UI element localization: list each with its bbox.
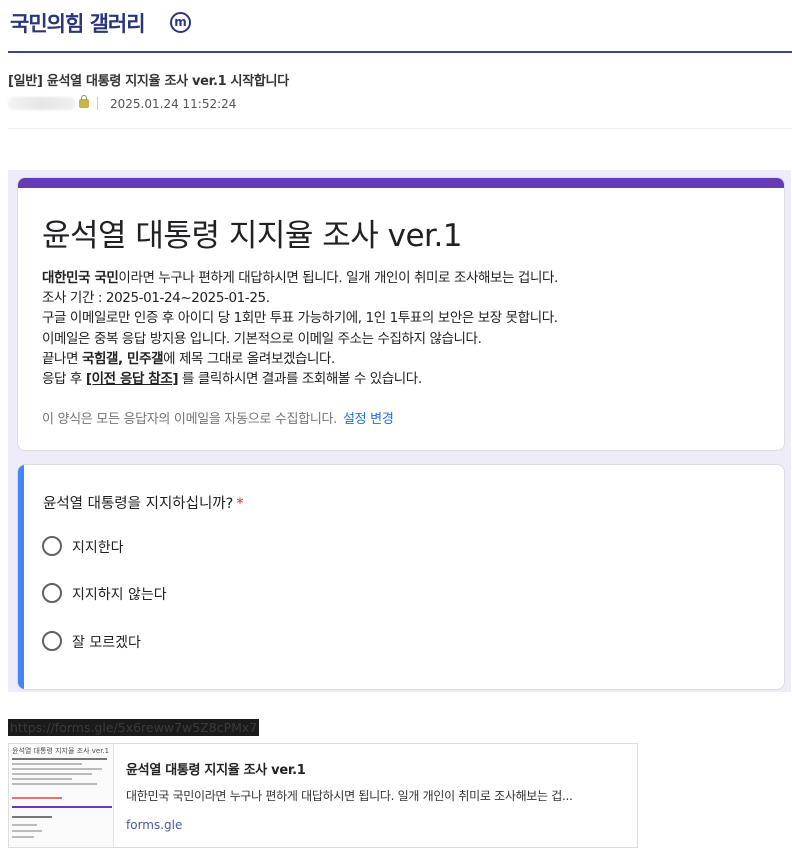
post-meta: 2025.01.24 11:52:24 (8, 95, 268, 112)
form-accent-bar (18, 178, 784, 188)
option-label: 지지하지 않는다 (72, 587, 167, 603)
meta-divider (97, 97, 98, 110)
preview-description: 대한민국 국민이라면 누구나 편하게 대답하시면 됩니다. 일개 개인이 취미로… (126, 789, 573, 803)
author-name-blurred[interactable] (8, 97, 76, 110)
radio-button[interactable] (42, 583, 62, 603)
question-title: 윤석열 대통령을 지지하십니까? * (43, 492, 244, 513)
thumb-line (12, 830, 42, 832)
thumb-line (12, 816, 52, 818)
desc-bold: 민주갤 (127, 350, 164, 367)
thumb-line (12, 778, 72, 780)
required-mark: * (236, 496, 244, 512)
desc-underlined: [이전 응답 참조] (85, 371, 179, 388)
thumb-line (12, 768, 102, 770)
preview-thumbnail: 윤석열 대통령 지지율 조사 ver.1 (9, 744, 114, 847)
desc-bold: , (118, 350, 128, 367)
email-notice-text: 이 양식은 모든 응답자의 이메일을 자동으로 수집합니다. (42, 412, 338, 427)
thumb-line (12, 836, 34, 838)
question-text: 윤석열 대통령을 지지하십니까? (43, 496, 234, 512)
post-title: [일반] 윤석열 대통령 지지율 조사 ver.1 시작합니다 (8, 74, 289, 89)
option-not-support[interactable]: 지지하지 않는다 (42, 583, 442, 605)
thumb-line (12, 758, 107, 760)
desc-text: 응답 후 (42, 371, 86, 388)
desc-bold: 국힘갤 (81, 350, 119, 367)
desc-text: 끝나면 (42, 350, 82, 367)
form-header-card: 윤석열 대통령 지지율 조사 ver.1 대한민국 국민이라면 누구나 편하게 … (17, 177, 785, 451)
form-description: 대한민국 국민이라면 누구나 편하게 대답하시면 됩니다. 일개 개인이 취미로… (42, 268, 558, 389)
question-card: 윤석열 대통령을 지지하십니까? * 지지한다 지지하지 않는다 잘 모르겠다 (17, 464, 785, 690)
post-divider (8, 128, 792, 129)
minor-gallery-badge-icon: m (170, 12, 191, 33)
thumb-line (12, 806, 112, 808)
form-url-link[interactable]: https://forms.gle/5x6reww7w5Z8cPMx7 (8, 719, 260, 736)
thumb-line (12, 783, 97, 785)
email-notice: 이 양식은 모든 응답자의 이메일을 자동으로 수집합니다. 설정 변경 (42, 408, 394, 427)
settings-change-link[interactable]: 설정 변경 (343, 412, 394, 427)
radio-button[interactable] (42, 631, 62, 651)
thumb-line (12, 824, 37, 826)
thumb-line (12, 797, 62, 799)
thumb-line (12, 773, 92, 775)
radio-button[interactable] (42, 536, 62, 556)
preview-domain: forms.gle (126, 818, 183, 832)
desc-email: 이메일은 중복 응답 방지용 입니다. 기본적으로 이메일 주소는 수집하지 않… (42, 330, 482, 347)
post-date: 2025.01.24 11:52:24 (110, 97, 237, 111)
desc-text: 를 클릭하시면 결과를 조회해볼 수 있습니다. (178, 371, 422, 388)
question-focus-bar (18, 465, 24, 689)
option-label: 잘 모르겠다 (72, 635, 141, 651)
option-label: 지지한다 (72, 540, 124, 556)
desc-period: 조사 기간 : 2025-01-24~2025-01-25. (42, 290, 270, 307)
option-support[interactable]: 지지한다 (42, 536, 442, 558)
gallery-title[interactable]: 국민의힘 갤러리 (10, 8, 146, 38)
gallery-header: 국민의힘 갤러리 m (8, 0, 792, 53)
thumb-title: 윤석열 대통령 지지율 조사 ver.1 (12, 747, 110, 755)
link-preview-card[interactable]: 윤석열 대통령 지지율 조사 ver.1 윤석열 대통령 지지율 조사 ver.… (8, 743, 638, 848)
desc-bold: 대한민국 국민 (42, 270, 119, 286)
thumb-line (12, 763, 82, 765)
fixed-nick-icon (79, 95, 89, 108)
form-title: 윤석열 대통령 지지율 조사 ver.1 (42, 218, 463, 254)
desc-text: 에 제목 그대로 올려보겠습니다. (163, 350, 335, 367)
preview-title: 윤석열 대통령 지지율 조사 ver.1 (126, 763, 306, 778)
desc-text: 이라면 누구나 편하게 대답하시면 됩니다. 일개 개인이 취미로 조사해보는 … (118, 270, 558, 286)
option-unsure[interactable]: 잘 모르겠다 (42, 631, 442, 653)
desc-auth: 구글 이메일로만 인증 후 아이디 당 1회만 투표 가능하기에, 1인 1투표… (42, 310, 558, 327)
